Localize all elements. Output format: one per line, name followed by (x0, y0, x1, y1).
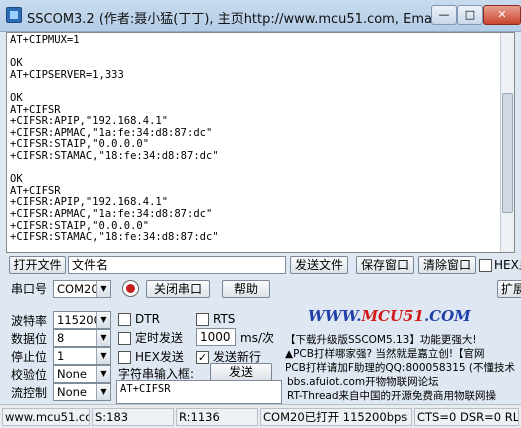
port-select[interactable]: COM20 ▼ (53, 280, 111, 298)
rts-label: RTS (213, 312, 236, 326)
chevron-down-icon: ▼ (96, 281, 110, 297)
status-lines: CTS=0 DSR=0 RL (414, 408, 519, 426)
interval-input[interactable]: 1000 (196, 328, 236, 346)
save-window-button[interactable]: 保存窗口 (356, 256, 414, 274)
brand-link[interactable]: WWW.MCU51.COM (308, 307, 471, 325)
data-bits-label: 数据位 (11, 332, 48, 346)
status-sent-count: S:183 (92, 408, 174, 426)
chevron-down-icon: ▼ (96, 348, 110, 364)
ad-line[interactable]: PCB打样请加F助理的QQ:800058315 (不懂技术 (285, 361, 521, 375)
help-button[interactable]: 帮助 (222, 280, 270, 298)
chevron-down-icon: ▼ (96, 330, 110, 346)
chevron-down-icon: ▼ (96, 384, 110, 400)
flow-select-value: None (57, 385, 88, 399)
flow-select[interactable]: None ▼ (53, 383, 111, 401)
status-site[interactable]: www.mcu51.cor (2, 408, 90, 426)
timed-send-label: 定时发送 (135, 331, 184, 345)
send-file-button[interactable]: 发送文件 (290, 256, 348, 274)
chevron-down-icon: ▼ (96, 312, 110, 328)
timed-send-checkbox[interactable] (118, 332, 131, 345)
ad-line[interactable]: ▲PCB打样哪家强? 当然就是嘉立创!【官网 (285, 347, 521, 361)
baud-label: 波特率 (11, 314, 48, 328)
data-bits-select[interactable]: 8 ▼ (53, 329, 111, 347)
file-name-field[interactable]: 文件名 (68, 256, 286, 274)
parity-select-value: None (57, 367, 88, 381)
ad-line[interactable]: RT-Thread来自中国的开源免费商用物联网操 (287, 389, 521, 403)
hex-send-label: HEX发送 (135, 350, 184, 364)
send-button[interactable]: 发送 (210, 363, 272, 381)
stop-bits-label: 停止位 (11, 350, 48, 364)
scrollbar-thumb[interactable] (502, 93, 513, 213)
status-port-state: COM20已打开 115200bps (260, 408, 412, 426)
record-icon[interactable] (122, 280, 139, 297)
flow-label: 流控制 (11, 386, 48, 400)
maximize-button[interactable]: □ (457, 5, 483, 25)
hex-send-checkbox[interactable] (118, 351, 131, 364)
baud-select[interactable]: 115200 ▼ (53, 311, 111, 329)
port-select-value: COM20 (57, 282, 99, 296)
dtr-label: DTR (135, 312, 160, 326)
send-newline-checkbox[interactable]: ✓ (196, 351, 209, 364)
output-scrollbar[interactable] (500, 33, 514, 252)
ad-line[interactable]: 【下载升级版SSCOM5.13】功能更强大! (285, 333, 521, 347)
receive-output[interactable]: AT+CIPMUX=1 OK AT+CIPSERVER=1,333 OK AT+… (6, 32, 515, 253)
port-label: 串口号 (11, 282, 48, 296)
hex-display-label: HEX显 (494, 258, 521, 272)
open-file-button[interactable]: 打开文件 (9, 256, 66, 274)
ad-line[interactable]: bbs.afuiot.com开物物联网论坛 (287, 375, 439, 389)
rts-checkbox[interactable] (196, 313, 209, 326)
title-bar: SSCOM3.2 (作者:聂小猛(丁丁), 主页http://www.mcu51… (0, 0, 521, 32)
status-bar: www.mcu51.cor S:183 R:1136 COM20已打开 1152… (0, 404, 521, 428)
ad-panel: 【下载升级版SSCOM5.13】功能更强大! ▲PCB打样哪家强? 当然就是嘉立… (285, 333, 521, 377)
app-icon (6, 7, 22, 23)
output-text: AT+CIPMUX=1 OK AT+CIPSERVER=1,333 OK AT+… (10, 34, 219, 244)
dtr-checkbox[interactable] (118, 313, 131, 326)
stop-bits-value: 1 (57, 349, 65, 363)
window-title: SSCOM3.2 (作者:聂小猛(丁丁), 主页http://www.mcu51… (27, 12, 480, 27)
stop-bits-select[interactable]: 1 ▼ (53, 347, 111, 365)
chevron-down-icon: ▼ (96, 366, 110, 382)
hex-display-checkbox[interactable] (479, 259, 492, 272)
parity-label: 校验位 (11, 368, 48, 382)
close-button[interactable]: ✕ (483, 5, 521, 25)
parity-select[interactable]: None ▼ (53, 365, 111, 383)
status-received-count: R:1136 (176, 408, 258, 426)
interval-unit: ms/次 (240, 331, 274, 345)
send-input[interactable]: AT+CIFSR (116, 380, 282, 404)
clear-window-button[interactable]: 清除窗口 (418, 256, 476, 274)
minimize-button[interactable]: — (431, 5, 457, 25)
baud-select-value: 115200 (57, 313, 101, 327)
close-port-button[interactable]: 关闭串口 (146, 280, 210, 298)
data-bits-value: 8 (57, 331, 65, 345)
expand-button[interactable]: 扩展 (497, 280, 521, 298)
